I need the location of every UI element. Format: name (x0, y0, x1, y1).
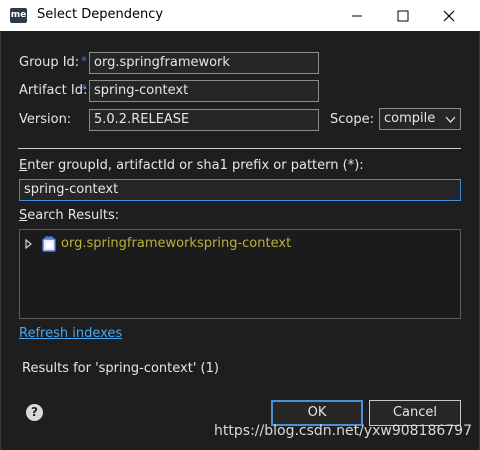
help-icon[interactable]: ? (26, 404, 43, 421)
minimize-icon (352, 15, 362, 17)
version-label: Version: (19, 112, 72, 127)
scope-value: compile (384, 111, 436, 126)
window-title: Select Dependency (37, 7, 164, 22)
artifact-id-label: Artifact Id: (19, 83, 88, 98)
refresh-indexes-link[interactable]: Refresh indexes (19, 326, 122, 341)
status-text: Results for 'spring-context' (1) (22, 361, 219, 376)
search-prompt: Enter groupId, artifactId or sha1 prefix… (19, 158, 364, 173)
search-input[interactable]: spring-context (19, 179, 461, 201)
separator (18, 148, 461, 149)
search-prompt-text: nter groupId, artifactId or sha1 prefix … (27, 158, 364, 173)
jar-icon (42, 236, 56, 252)
minimize-button[interactable] (334, 0, 380, 31)
watermark: https://blog.csdn.net/yxw908186797 (214, 423, 472, 439)
required-marker: * (81, 82, 87, 96)
required-marker: * (81, 54, 87, 68)
search-results-label: Search Results: (19, 208, 119, 223)
chevron-down-icon (445, 116, 456, 123)
maximize-icon (397, 10, 409, 22)
title-bar[interactable]: me Select Dependency (0, 0, 480, 31)
search-prompt-mnemonic: E (19, 158, 28, 173)
result-group-id: org.springframework (61, 236, 197, 251)
maximize-button[interactable] (380, 0, 426, 31)
version-field[interactable]: 5.0.2.RELEASE (89, 109, 319, 131)
close-button[interactable] (426, 0, 472, 31)
expand-arrow-icon[interactable] (25, 239, 33, 249)
group-id-field[interactable]: org.springframework (89, 52, 319, 74)
search-results-tree[interactable]: org.springframework spring-context (19, 229, 461, 319)
scope-select[interactable]: compile (379, 108, 461, 130)
group-id-label: Group Id: (19, 55, 80, 70)
scope-label: Scope: (330, 112, 374, 127)
app-icon: me (10, 8, 27, 23)
search-results-text: earch Results: (27, 208, 120, 223)
artifact-id-field[interactable]: spring-context (89, 80, 319, 102)
close-icon (443, 10, 455, 22)
result-artifact-id: spring-context (197, 236, 292, 251)
